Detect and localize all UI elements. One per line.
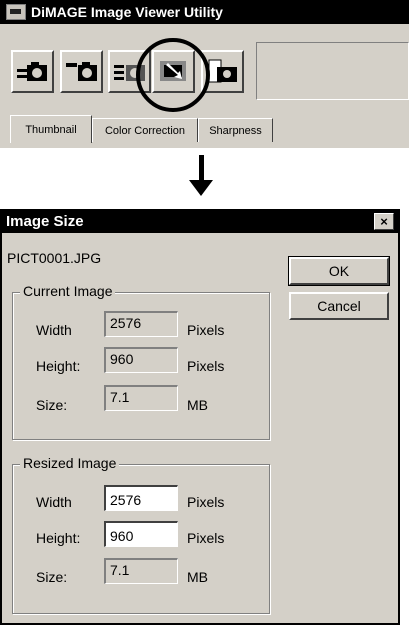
current-image-legend: Current Image [20,283,116,299]
filename-label: PICT0001.JPG [7,250,102,266]
current-height-unit: Pixels [187,358,225,374]
app-title-bar: DiMAGE Image Viewer Utility [0,0,409,24]
resized-image-legend: Resized Image [20,455,120,471]
dialog-title: Image Size [6,212,84,230]
tab-thumbnail[interactable]: Thumbnail [10,115,92,143]
ok-button[interactable]: OK [288,256,390,286]
camera-receive-icon [66,62,97,81]
current-size-label: Size: [36,397,68,413]
camera-send-button[interactable] [11,50,54,93]
current-width-unit: Pixels [187,322,225,338]
tab-color-correction[interactable]: Color Correction [92,118,198,142]
resized-size-unit: MB [187,569,208,585]
close-icon: × [380,214,388,229]
resized-width-input[interactable] [104,485,178,511]
down-arrow-icon [199,155,204,181]
tab-label: Thumbnail [25,123,77,136]
resized-width-unit: Pixels [187,494,225,510]
current-width-field: 2576 [104,311,178,337]
current-width-label: Width [36,322,72,338]
resized-size-field: 7.1 [104,558,178,584]
cancel-button[interactable]: Cancel [289,292,389,320]
resized-height-unit: Pixels [187,530,225,546]
close-button[interactable]: × [374,213,394,230]
resized-height-label: Height: [36,530,81,546]
current-size-unit: MB [187,397,208,413]
tab-sharpness[interactable]: Sharpness [198,118,273,142]
resized-size-label: Size: [36,569,68,585]
app-title: DiMAGE Image Viewer Utility [31,4,223,20]
highlight-circle [136,38,210,112]
tab-label: Color Correction [104,124,186,137]
resized-height-input[interactable] [104,521,178,547]
resized-width-label: Width [36,494,72,510]
camera-receive-button[interactable] [60,50,103,93]
down-arrow-head [189,180,213,196]
camera-settings-icon [208,59,237,83]
tab-label: Sharpness [209,124,262,137]
current-height-field: 960 [104,347,178,373]
dialog-title-bar: Image Size [0,209,400,233]
camera-send-icon [17,62,47,81]
current-height-label: Height: [36,358,81,374]
toolbar-panel [256,42,409,100]
app-icon [6,4,26,20]
current-size-field: 7.1 [104,385,178,411]
